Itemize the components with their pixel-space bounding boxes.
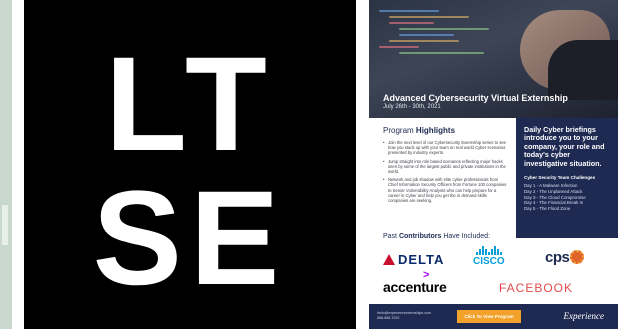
- contributors-heading-bold: Contributors: [398, 233, 442, 240]
- highlights-heading-plain: Program: [383, 126, 414, 135]
- delta-triangle-icon: [383, 254, 395, 265]
- cps-wordmark: cps: [545, 249, 570, 266]
- screenshot-canvas: LT SE Advanced Cybersecurity Virtual Ext…: [0, 0, 626, 329]
- cisco-logo: CISCO: [473, 246, 505, 267]
- highlight-item: Join the next level of our Cybersecurity…: [383, 140, 507, 156]
- highlight-item: Network and job shadow with elite cyber …: [383, 177, 507, 203]
- logo-line-1: LT: [105, 30, 275, 179]
- delta-wordmark: DELTA: [398, 252, 445, 267]
- flyer-body: Program Highlights Join the next level o…: [369, 118, 618, 308]
- sleeve-graphic: [548, 40, 618, 100]
- daily-briefings-panel: Daily Cyber briefings introduce you to y…: [516, 118, 618, 238]
- flyer-title: Advanced Cybersecurity Virtual Externshi…: [383, 93, 568, 103]
- accenture-mark-icon: >: [423, 269, 430, 281]
- contributors-heading: Past Contributors Have Included:: [383, 233, 490, 240]
- flyer-dates: July 26th - 30th, 2021: [383, 104, 441, 110]
- cisco-wordmark: CISCO: [473, 256, 505, 267]
- challenge-day: Day 5 - The Flood Zone: [524, 206, 571, 212]
- challenges-title: Cyber Security Team Challenges: [524, 175, 596, 181]
- contributors-heading-plain-2: Have Included:: [443, 233, 491, 240]
- code-screen-graphic: [369, 0, 519, 80]
- accenture-wordmark: accenture: [383, 279, 447, 295]
- daily-briefings-heading: Daily Cyber briefings introduce you to y…: [524, 125, 605, 168]
- contact-phone: 888-888-7020: [377, 315, 400, 320]
- ltse-logo-tile[interactable]: LT SE: [24, 0, 356, 329]
- left-image-edge: [0, 0, 12, 329]
- flyer-hero-image: Advanced Cybersecurity Virtual Externshi…: [369, 0, 618, 118]
- highlights-list: Join the next level of our Cybersecurity…: [383, 140, 507, 206]
- cps-gear-icon: [570, 250, 585, 264]
- flyer-footer: hello@experienceinternships.com 888-888-…: [369, 304, 618, 329]
- cisco-bars-icon: [473, 246, 505, 255]
- logo-line-2: SE: [92, 164, 288, 313]
- contributor-logos: DELTA CISCO cps > accenture FACEBOOK: [383, 246, 605, 300]
- facebook-logo: FACEBOOK: [499, 281, 574, 295]
- contact-email: hello@experienceinternships.com: [377, 311, 431, 315]
- highlights-heading: Program Highlights: [383, 126, 455, 135]
- cps-logo: cps: [545, 249, 585, 266]
- externship-flyer[interactable]: Advanced Cybersecurity Virtual Externshi…: [369, 0, 618, 329]
- accenture-logo: > accenture: [383, 269, 447, 295]
- view-program-button[interactable]: Click To View Program: [457, 310, 521, 323]
- contact-info: hello@experienceinternships.com 888-888-…: [377, 311, 431, 320]
- left-image-detail: [2, 205, 8, 245]
- highlights-heading-bold: Highlights: [415, 126, 456, 135]
- highlight-item: Jump straight into role based scenarios …: [383, 159, 507, 175]
- experience-brand-logo: Experience: [563, 311, 604, 321]
- delta-logo: DELTA: [383, 252, 444, 267]
- challenge-days-list: Day 1 - A Malware Infection Day 2 - The …: [524, 183, 610, 212]
- contributors-heading-plain-1: Past: [383, 233, 398, 240]
